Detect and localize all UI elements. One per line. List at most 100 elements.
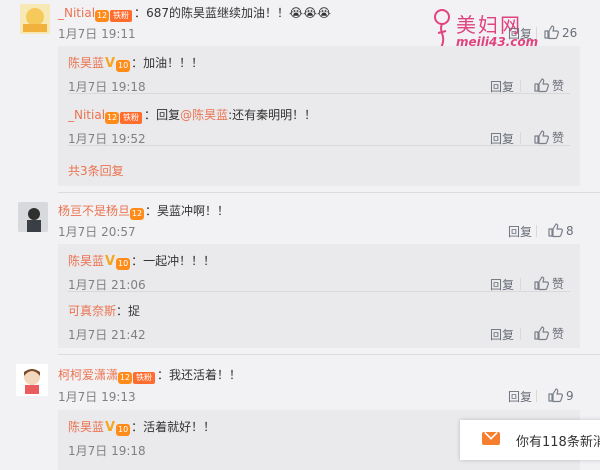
colon: ： — [157, 368, 170, 382]
thumbs-up-icon — [534, 130, 549, 145]
emoji-icons: 😭😭😭 — [288, 6, 332, 20]
like-button[interactable]: 9 — [548, 388, 574, 403]
thumbs-up-icon — [548, 388, 563, 403]
reply-text: :还有秦明明！！ — [228, 108, 317, 122]
divider — [520, 132, 521, 144]
username-link[interactable]: 陈昊蓝 — [68, 254, 104, 268]
username-link[interactable]: 柯柯爱潇潇 — [58, 368, 118, 382]
thumbs-up-icon — [534, 276, 549, 291]
notification-text: 你有118条新消 — [516, 435, 600, 450]
divider — [58, 354, 600, 355]
comment-text-line: _Nitial 12 铁粉 ：687的陈昊蓝继续加油！！😭😭😭 — [58, 4, 331, 22]
reply-time: 1月7日 21:42 — [68, 328, 146, 342]
divider — [68, 93, 570, 94]
reply-text: 捉 — [128, 304, 141, 318]
colon: ： — [145, 204, 158, 218]
reply-text-line: _Nitial 12 铁粉 ：回复@陈昊蓝:还有秦明明！！ — [68, 106, 316, 124]
avatar[interactable] — [20, 4, 50, 34]
colon: ： — [131, 254, 144, 268]
colon: ： — [134, 6, 147, 20]
colon: ： — [131, 56, 144, 70]
thumbs-up-icon — [534, 326, 549, 341]
comment-time: 1月7日 19:13 — [58, 390, 136, 404]
list-item: 陈昊蓝V 10 ：加油！！！ 1月7日 19:18 回复 赞 — [58, 46, 580, 94]
like-count: 9 — [566, 389, 574, 403]
level-badge: 12 — [105, 112, 120, 124]
reply-prefix: 回复 — [156, 108, 181, 122]
fan-badge: 铁粉 — [110, 10, 133, 22]
comment-text-line: 柯柯爱潇潇 12 铁粉 ：我还活着！！ — [58, 366, 241, 384]
username-link[interactable]: 陈昊蓝 — [68, 420, 104, 434]
reply-list: 陈昊蓝V 10 ：一起冲！！！ 1月7日 21:06 回复 赞 可真奈斯：捉 1月7… — [58, 244, 580, 348]
reply-text: 加油！！！ — [143, 56, 204, 70]
avatar[interactable] — [16, 364, 48, 396]
list-item: 陈昊蓝V 10 ：一起冲！！！ 1月7日 21:06 回复 赞 — [58, 244, 580, 292]
list-item: _Nitial 12 铁粉 ：回复@陈昊蓝:还有秦明明！！ 1月7日 19:52 回复… — [58, 98, 580, 146]
comment-text-line: 杨亘不是杨旦 12 ：昊蓝冲啊！！ — [58, 202, 229, 220]
reply-text-line: 陈昊蓝V 10 ：一起冲！！！ — [68, 252, 215, 270]
more-replies-link[interactable]: 共3条回复 — [68, 162, 124, 179]
reply-button[interactable]: 回复 — [490, 326, 514, 343]
like-button[interactable]: 赞 — [534, 77, 564, 94]
reply-time: 1月7日 19:18 — [68, 444, 146, 458]
colon: ： — [116, 304, 129, 318]
mail-icon — [482, 432, 500, 445]
level-badge: 10 — [116, 258, 131, 270]
reply-text-line: 可真奈斯：捉 — [68, 302, 140, 319]
username-link[interactable]: 杨亘不是杨旦 — [58, 204, 130, 218]
divider — [520, 80, 521, 92]
divider — [520, 278, 521, 290]
divider — [58, 192, 600, 193]
username-link[interactable]: 可真奈斯 — [68, 304, 116, 318]
reply-button[interactable]: 回复 — [508, 25, 532, 42]
fan-badge: 铁粉 — [133, 372, 156, 384]
like-count: 8 — [566, 224, 574, 238]
reply-text: 活着就好！！ — [143, 420, 216, 434]
divider — [536, 27, 537, 39]
thumbs-up-icon — [548, 223, 563, 238]
colon: ： — [131, 420, 144, 434]
fan-badge: 铁粉 — [120, 112, 143, 124]
username-link[interactable]: 陈昊蓝 — [68, 56, 104, 70]
like-button[interactable]: 26 — [544, 25, 577, 40]
level-badge: 12 — [118, 372, 133, 384]
level-badge: 12 — [95, 10, 110, 22]
reply-list: 陈昊蓝V 10 ：加油！！！ 1月7日 19:18 回复 赞 _Nitial 12 铁粉… — [58, 46, 580, 186]
reply-button[interactable]: 回复 — [508, 223, 532, 240]
like-button[interactable]: 8 — [548, 223, 574, 238]
thumbs-up-icon — [544, 25, 559, 40]
like-label: 赞 — [552, 327, 565, 341]
like-button[interactable]: 赞 — [534, 129, 564, 146]
message-notification[interactable]: 你有118条新消 — [460, 420, 600, 460]
comment-text: 687的陈昊蓝继续加油！！ — [146, 6, 289, 20]
divider — [68, 145, 570, 146]
verified-icon: V — [105, 254, 116, 269]
like-label: 赞 — [552, 79, 565, 93]
comment-time: 1月7日 19:11 — [58, 27, 136, 41]
verified-icon: V — [105, 420, 116, 435]
divider — [536, 225, 537, 237]
level-badge: 10 — [116, 60, 131, 72]
username-link[interactable]: _Nitial — [68, 108, 105, 122]
divider — [520, 328, 521, 340]
reply-text: 一起冲！！！ — [143, 254, 216, 268]
comment-time: 1月7日 20:57 — [58, 225, 136, 239]
reply-text-line: 陈昊蓝V 10 ：活着就好！！ — [68, 418, 215, 436]
comment-text: 我还活着！！ — [169, 368, 242, 382]
list-item: 可真奈斯：捉 1月7日 21:42 回复 赞 — [58, 296, 580, 344]
like-button[interactable]: 赞 — [534, 325, 564, 342]
verified-icon: V — [105, 56, 116, 71]
mention-link[interactable]: @陈昊蓝 — [180, 108, 228, 122]
like-button[interactable]: 赞 — [534, 275, 564, 292]
level-badge: 10 — [116, 424, 131, 436]
thumbs-up-icon — [534, 78, 549, 93]
reply-button[interactable]: 回复 — [508, 388, 532, 405]
username-link[interactable]: _Nitial — [58, 6, 95, 20]
reply-text-line: 陈昊蓝V 10 ：加油！！！ — [68, 54, 203, 72]
comment-text: 昊蓝冲啊！！ — [157, 204, 230, 218]
colon: ： — [144, 108, 157, 122]
avatar[interactable] — [18, 202, 48, 232]
divider — [536, 390, 537, 402]
like-label: 赞 — [552, 277, 565, 291]
like-count: 26 — [562, 26, 578, 40]
